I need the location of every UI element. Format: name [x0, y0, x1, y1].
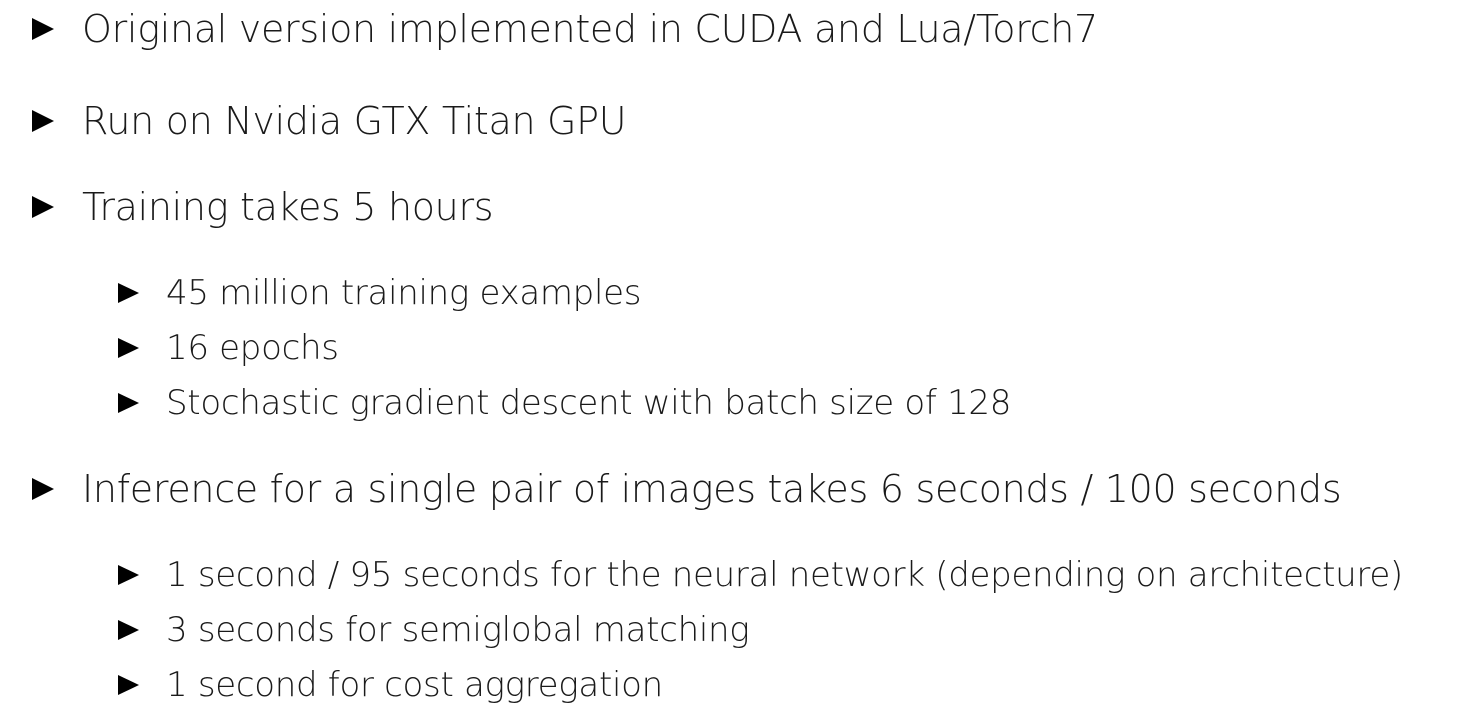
sub-bullet-item-cost-aggregation: 1 second for cost aggregation [118, 668, 663, 702]
bullet-text: Training takes 5 hours [82, 185, 494, 229]
sub-bullet-item-epochs: 16 epochs [118, 331, 339, 365]
triangle-right-icon [32, 18, 54, 40]
triangle-right-icon [118, 393, 139, 413]
bullet-text: 45 million training examples [166, 273, 642, 313]
sub-bullet-item-sgd: Stochastic gradient descent with batch s… [118, 386, 1011, 420]
slide: Original version implemented in CUDA and… [0, 0, 1461, 720]
sub-bullet-item-semiglobal: 3 seconds for semiglobal matching [118, 610, 750, 650]
bullet-text: Inference for a single pair of images ta… [82, 467, 1342, 511]
bullet-text: Original version implemented in CUDA and… [82, 7, 1098, 51]
sub-bullet-item-examples: 45 million training examples [118, 276, 641, 310]
bullet-item-inference: Inference for a single pair of images ta… [32, 467, 1342, 511]
triangle-right-icon [32, 110, 54, 132]
bullet-item-gpu: Run on Nvidia GTX Titan GPU [32, 99, 627, 143]
bullet-text: Run on Nvidia GTX Titan GPU [82, 99, 627, 143]
bullet-item-training-time: Training takes 5 hours [32, 185, 494, 229]
triangle-right-icon [32, 196, 54, 218]
bullet-text: 1 second for cost aggregation [166, 665, 663, 705]
triangle-right-icon [118, 620, 139, 640]
sub-bullet-item-neural-network: 1 second / 95 seconds for the neural net… [118, 558, 1403, 592]
triangle-right-icon [32, 478, 54, 500]
bullet-text: 3 seconds for semiglobal matching [166, 610, 750, 650]
bullet-text: 16 epochs [166, 328, 339, 368]
triangle-right-icon [118, 565, 139, 585]
bullet-text: Stochastic gradient descent with batch s… [166, 383, 1012, 423]
triangle-right-icon [118, 675, 139, 695]
bullet-item-implementation: Original version implemented in CUDA and… [32, 10, 1098, 48]
triangle-right-icon [118, 338, 139, 358]
triangle-right-icon [118, 283, 139, 303]
bullet-text: 1 second / 95 seconds for the neural net… [166, 555, 1403, 595]
